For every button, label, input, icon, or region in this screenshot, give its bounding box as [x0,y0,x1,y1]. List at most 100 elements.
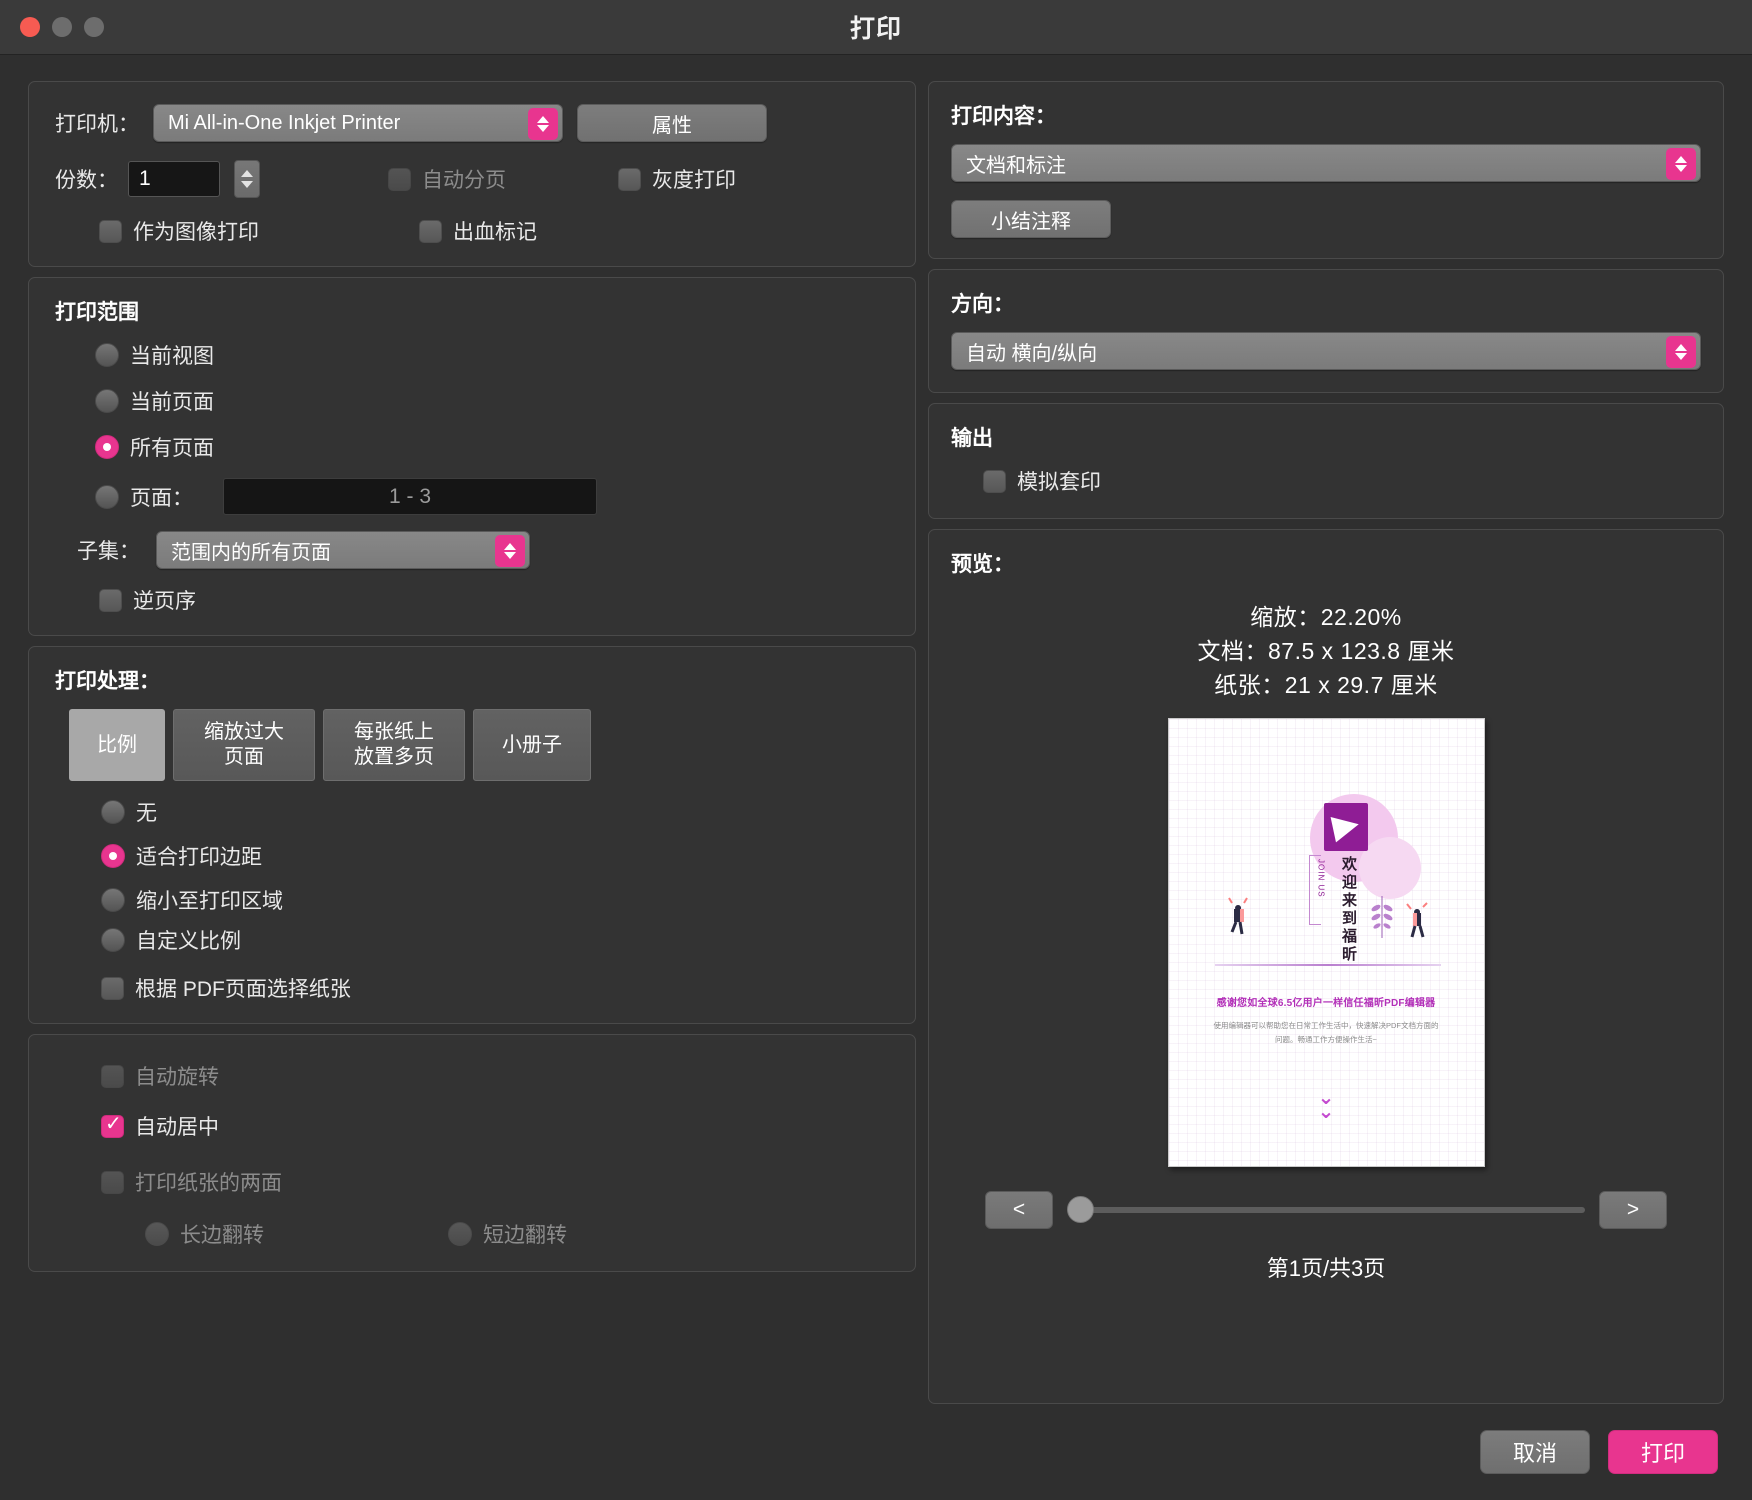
duplex-flip-row: 长边翻转 短边翻转 [55,1219,889,1249]
radio-custom-scale[interactable]: 自定义比例 [101,925,889,955]
printer-row: 打印机： Mi All-in-One Inkjet Printer 属性 [55,104,889,142]
checkbox-icon [419,220,442,243]
radio-icon [95,485,119,509]
orientation-title: 方向： [951,288,1701,318]
summarize-comments-button[interactable]: 小结注释 [951,200,1111,238]
duplex-checkbox[interactable]: 打印纸张的两面 [101,1167,889,1197]
choose-paper-by-pdf-checkbox[interactable]: 根据 PDF页面选择纸张 [101,973,889,1003]
radio-icon [95,389,119,413]
copies-row: 份数： 1 自动分页 灰度打印 [55,160,889,198]
output-title: 输出 [951,422,1701,452]
choose-paper-by-pdf-label: 根据 PDF页面选择纸张 [135,973,351,1003]
preview-page-slider[interactable] [1067,1207,1585,1213]
radio-current-page[interactable]: 当前页面 [95,386,889,416]
preview-page-count: 第1页/共3页 [951,1251,1701,1283]
collate-checkbox[interactable]: 自动分页 [388,164,506,194]
copies-value: 1 [139,167,151,191]
radio-custom-scale-label: 自定义比例 [136,925,241,955]
radio-scale-none[interactable]: 无 [101,797,889,827]
chevron-updown-icon[interactable] [495,535,525,567]
orientation-select[interactable]: 自动 横向/纵向 [951,332,1701,370]
bleed-marks-checkbox[interactable]: 出血标记 [419,216,537,246]
checkbox-icon [618,168,641,191]
auto-rotate-checkbox[interactable]: 自动旋转 [101,1061,889,1091]
thumbnail-pink-heading: 感谢您如全球6.5亿用户一样信任福昕PDF编辑器 [1169,994,1484,1009]
dialog-footer: 取消 打印 [0,1404,1752,1500]
cancel-button[interactable]: 取消 [1480,1430,1590,1474]
chevron-updown-icon[interactable] [1666,336,1696,368]
subset-row: 子集： 范围内的所有页面 [77,531,889,569]
chevron-updown-icon[interactable] [1666,148,1696,180]
checkbox-icon [99,589,122,612]
leaf-illustration-icon [1369,894,1395,938]
radio-icon [101,888,125,912]
radio-shrink-to-area-label: 缩小至打印区域 [136,885,283,915]
radio-scale-none-label: 无 [136,797,157,827]
divider [1215,964,1441,966]
print-range-title: 打印范围 [55,296,889,326]
radio-icon [95,343,119,367]
radio-all-pages[interactable]: 所有页面 [95,432,889,462]
dialog-body: 打印机： Mi All-in-One Inkjet Printer 属性 份数：… [0,55,1752,1404]
radio-flip-long-edge[interactable]: 长边翻转 [145,1219,264,1249]
preview-navigation: < > [985,1191,1667,1229]
print-label: 打印 [1641,1436,1685,1468]
radio-current-page-label: 当前页面 [130,386,214,416]
radio-icon [101,844,125,868]
print-as-image-label: 作为图像打印 [133,216,259,246]
preview-prev-label: < [1013,1198,1025,1222]
tab-multiple-per-sheet-line2: 放置多页 [354,746,434,768]
tab-multiple-per-sheet[interactable]: 每张纸上 放置多页 [323,709,465,781]
left-column: 打印机： Mi All-in-One Inkjet Printer 属性 份数：… [28,81,916,1404]
tab-tile-large-pages[interactable]: 缩放过大 页面 [173,709,315,781]
simulate-overprint-checkbox[interactable]: 模拟套印 [983,466,1701,496]
printer-properties-button[interactable]: 属性 [577,104,767,142]
printer-label: 打印机： [55,108,139,138]
slider-knob[interactable] [1067,1196,1094,1223]
pages-range-input[interactable]: 1 - 3 [223,478,597,515]
print-content-group: 打印内容： 文档和标注 小结注释 [928,81,1724,259]
print-as-image-checkbox[interactable]: 作为图像打印 [99,216,259,246]
window-title: 打印 [0,9,1752,45]
preview-document-line: 文档：87.5 x 123.8 厘米 [951,634,1701,668]
tab-booklet[interactable]: 小册子 [473,709,591,781]
checkbox-icon [101,1115,124,1138]
copies-input[interactable]: 1 [128,161,220,197]
thumbnail-body-text: 使用编辑器可以帮助您在日常工作生活中，快速解决PDF文档方面的 问题。畅通工作方… [1203,1019,1450,1048]
copies-stepper[interactable] [234,160,260,198]
simulate-overprint-label: 模拟套印 [1017,466,1101,496]
preview-prev-button[interactable]: < [985,1191,1053,1229]
print-button[interactable]: 打印 [1608,1430,1718,1474]
radio-current-view[interactable]: 当前视图 [95,340,889,370]
subset-select[interactable]: 范围内的所有页面 [156,531,530,569]
titlebar: 打印 [0,0,1752,55]
printer-select[interactable]: Mi All-in-One Inkjet Printer [153,104,563,142]
preview-thumbnail[interactable]: JOIN US 欢迎来到福昕 [1168,718,1485,1167]
print-content-select-value: 文档和标注 [966,149,1066,178]
preview-title: 预览： [951,548,1701,578]
radio-icon [95,435,119,459]
radio-icon [101,928,125,952]
pages-range-value: 1 - 3 [389,485,431,509]
checkbox-icon [388,168,411,191]
image-bleed-row: 作为图像打印 出血标记 [55,216,889,246]
radio-pages[interactable]: 页面： [95,482,193,512]
tab-scale[interactable]: 比例 [69,709,165,781]
right-column: 打印内容： 文档和标注 小结注释 方向： 自动 横向/纵向 输出 [928,81,1724,1404]
grayscale-label: 灰度打印 [652,164,736,194]
rotate-center-duplex-group: 自动旋转 自动居中 打印纸张的两面 长边翻转 [28,1034,916,1272]
reverse-order-checkbox[interactable]: 逆页序 [99,585,889,615]
grayscale-checkbox[interactable]: 灰度打印 [618,164,736,194]
radio-icon [145,1222,169,1246]
radio-fit-margins-label: 适合打印边距 [136,841,262,871]
auto-rotate-label: 自动旋转 [135,1061,219,1091]
print-content-select[interactable]: 文档和标注 [951,144,1701,182]
auto-center-checkbox[interactable]: 自动居中 [101,1111,889,1141]
chevron-updown-icon[interactable] [528,108,558,140]
radio-shrink-to-area[interactable]: 缩小至打印区域 [101,885,889,915]
radio-fit-margins[interactable]: 适合打印边距 [101,841,889,871]
radio-pages-label: 页面： [130,482,193,512]
preview-next-button[interactable]: > [1599,1191,1667,1229]
thumbnail-joinus-text: JOIN US [1317,859,1326,898]
radio-flip-short-edge[interactable]: 短边翻转 [448,1219,567,1249]
